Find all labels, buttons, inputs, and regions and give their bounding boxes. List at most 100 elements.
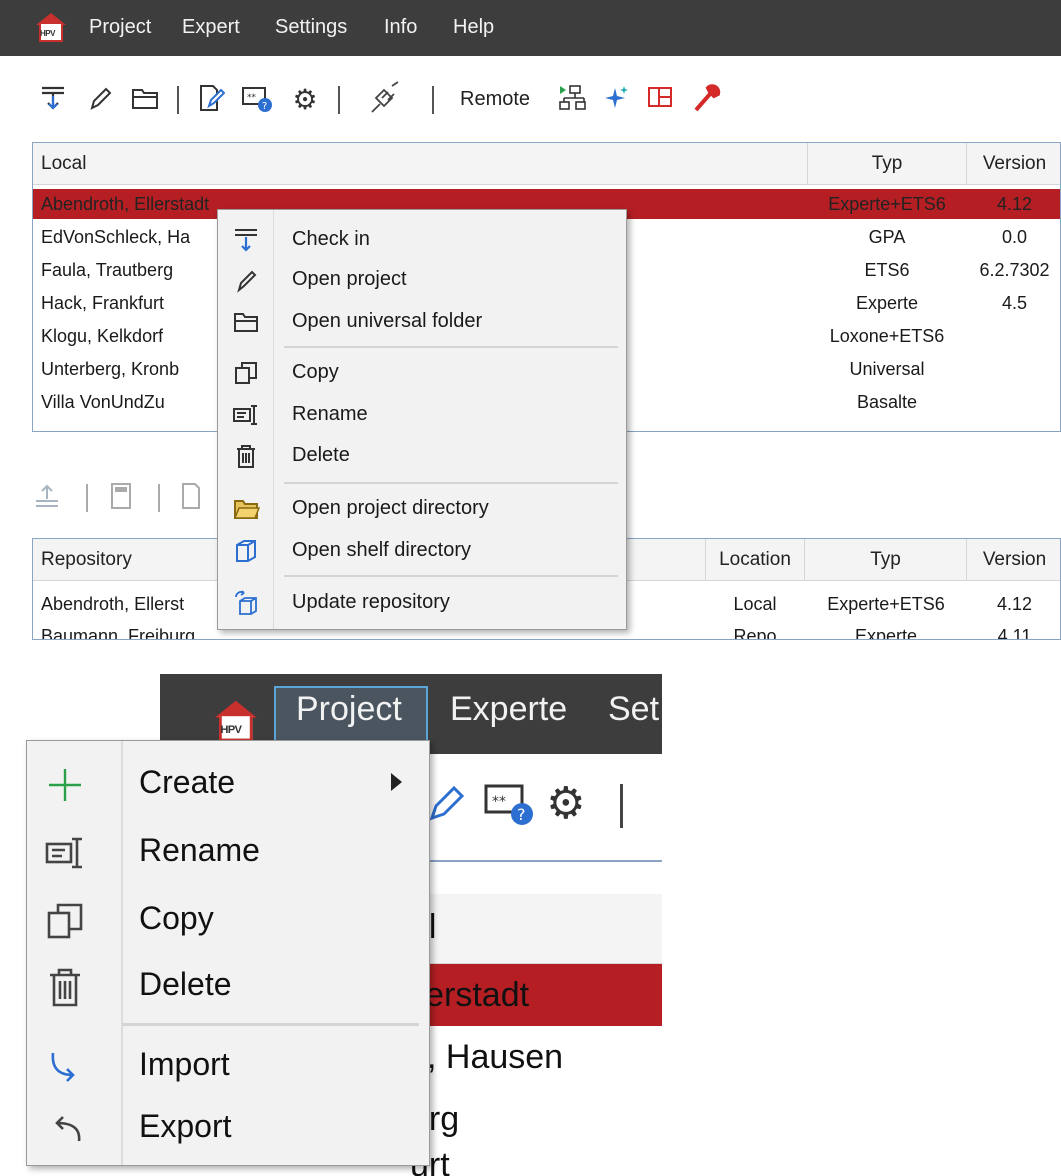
menu-item-label: Update repository <box>292 591 450 613</box>
menu-item-import[interactable]: Import <box>27 1033 429 1099</box>
menu-help[interactable]: Help <box>453 16 494 39</box>
check-in-icon <box>232 226 260 254</box>
menu-settings[interactable]: Settings <box>275 16 347 39</box>
svg-text:?: ? <box>517 805 526 824</box>
column-header-local[interactable]: Local <box>41 143 811 185</box>
remote-label: Remote <box>460 88 531 110</box>
cell-location: Local <box>733 594 777 614</box>
blank-document-icon[interactable] <box>176 478 206 518</box>
settings-gear-icon[interactable]: ⚙ <box>546 778 585 830</box>
network-icon[interactable] <box>556 80 586 120</box>
menu-item-check-in[interactable]: Check in <box>218 220 626 260</box>
menu-separator <box>284 482 618 484</box>
column-header-typ[interactable]: Typ <box>807 143 967 185</box>
menu-item-rename[interactable]: Rename <box>218 395 626 435</box>
column-header-version[interactable]: Version <box>967 143 1060 185</box>
menu-project[interactable]: Project <box>296 690 402 729</box>
cell-typ: Experte <box>854 626 918 640</box>
cell-version: 4.12 <box>996 594 1033 614</box>
toolbar-separator <box>432 86 434 114</box>
cell-name: Baumann, Freiburg <box>41 626 196 640</box>
folder-icon[interactable] <box>130 80 160 120</box>
menu-item-label: Delete <box>139 966 232 1002</box>
menu-item-label: Copy <box>139 900 214 936</box>
cell-version: 4.5 <box>1001 293 1028 313</box>
pencil-icon <box>232 266 260 294</box>
settings-gear-icon[interactable]: ⚙ <box>290 80 320 120</box>
menu-separator <box>284 575 618 577</box>
menu-item-label: Export <box>139 1108 232 1144</box>
submenu-arrow-icon <box>391 773 402 791</box>
svg-text:**: ** <box>247 93 257 103</box>
cell-typ: Experte+ETS6 <box>828 194 946 214</box>
cell-typ: Experte <box>855 293 919 313</box>
menu-info[interactable]: Info <box>384 16 417 39</box>
document-edit-icon[interactable] <box>195 80 226 120</box>
hpv-logo-icon: HPV <box>34 11 68 45</box>
cell-typ: ETS6 <box>864 260 910 280</box>
toolbar-separator <box>338 86 340 114</box>
menu-item-create[interactable]: Create <box>27 751 429 817</box>
update-repository-icon <box>232 589 260 617</box>
cell-typ: Universal <box>849 359 925 379</box>
cell-name: EdVonSchleck, Ha <box>41 227 191 247</box>
cell-name: k, Hausen <box>410 1038 564 1076</box>
menu-expert[interactable]: Expert <box>182 16 240 39</box>
menu-item-update-repository[interactable]: Update repository <box>218 583 626 623</box>
menu-item-label: Rename <box>292 403 368 425</box>
toolbar-separator <box>86 484 88 512</box>
menu-item-open-universal-folder[interactable]: Open universal folder <box>218 302 626 342</box>
cell-name: Faula, Trautberg <box>41 260 174 280</box>
cell-location: Repo <box>733 626 777 640</box>
menu-item-label: Open shelf directory <box>292 539 471 561</box>
menu-project[interactable]: Project <box>89 16 151 39</box>
connect-icon[interactable] <box>368 80 399 120</box>
sparkle-icon[interactable] <box>600 80 630 120</box>
trash-icon <box>232 442 260 470</box>
hpv-logo-icon: HPV <box>212 698 260 746</box>
cell-version: 6.2.7302 <box>979 260 1050 280</box>
plus-icon <box>43 763 87 807</box>
check-out-icon[interactable] <box>32 478 62 518</box>
copy-icon <box>232 359 260 387</box>
cell-name: Abendroth, Ellerst <box>41 594 185 614</box>
menu-item-copy[interactable]: Copy <box>27 887 429 953</box>
column-header-typ[interactable]: Typ <box>805 539 967 581</box>
menu-item-open-project[interactable]: Open project <box>218 260 626 300</box>
cell-name: Klogu, Kelkdorf <box>41 326 164 346</box>
column-header-location[interactable]: Location <box>705 539 805 581</box>
toolbar-separator <box>620 784 623 828</box>
layout-icon[interactable] <box>645 80 675 120</box>
table-header: Local Typ Version <box>33 143 1060 185</box>
menubar: HPV Project Expert Settings Info Help <box>0 0 1061 56</box>
menu-item-export[interactable]: Export <box>27 1095 429 1161</box>
menu-settings[interactable]: Set <box>608 690 659 729</box>
menu-item-delete[interactable]: Delete <box>218 436 626 476</box>
check-in-icon[interactable] <box>38 80 68 120</box>
menu-separator <box>284 346 618 348</box>
project-menu-dropdown: Create Rename Copy Delete Import Export <box>26 740 430 1166</box>
shelf-icon <box>232 537 260 565</box>
svg-text:**: ** <box>492 794 506 810</box>
repository-toolbar <box>30 478 230 518</box>
wrench-icon[interactable] <box>690 80 721 120</box>
help-id-icon[interactable]: **? <box>241 80 272 120</box>
menu-item-open-shelf-directory[interactable]: Open shelf directory <box>218 531 626 571</box>
pencil-icon[interactable] <box>84 80 114 120</box>
menu-item-label: Create <box>139 764 236 800</box>
document-icon[interactable] <box>106 478 136 518</box>
rename-icon <box>232 401 260 429</box>
menu-item-open-project-directory[interactable]: Open project directory <box>218 489 626 529</box>
cell-version: 4.11 <box>997 626 1032 640</box>
menu-item-copy[interactable]: Copy <box>218 353 626 393</box>
cell-typ: Basalte <box>856 392 918 412</box>
document-edit-icon[interactable] <box>424 778 474 828</box>
menu-item-label: Open universal folder <box>292 310 483 332</box>
help-id-icon[interactable]: **? <box>482 778 536 830</box>
menu-item-delete[interactable]: Delete <box>27 953 429 1019</box>
column-header-version[interactable]: Version <box>967 539 1060 581</box>
cell-name: Abendroth, Ellerstadt <box>41 194 210 214</box>
menu-item-rename[interactable]: Rename <box>27 819 429 885</box>
menu-experte[interactable]: Experte <box>450 690 567 729</box>
open-folder-icon <box>232 495 261 523</box>
